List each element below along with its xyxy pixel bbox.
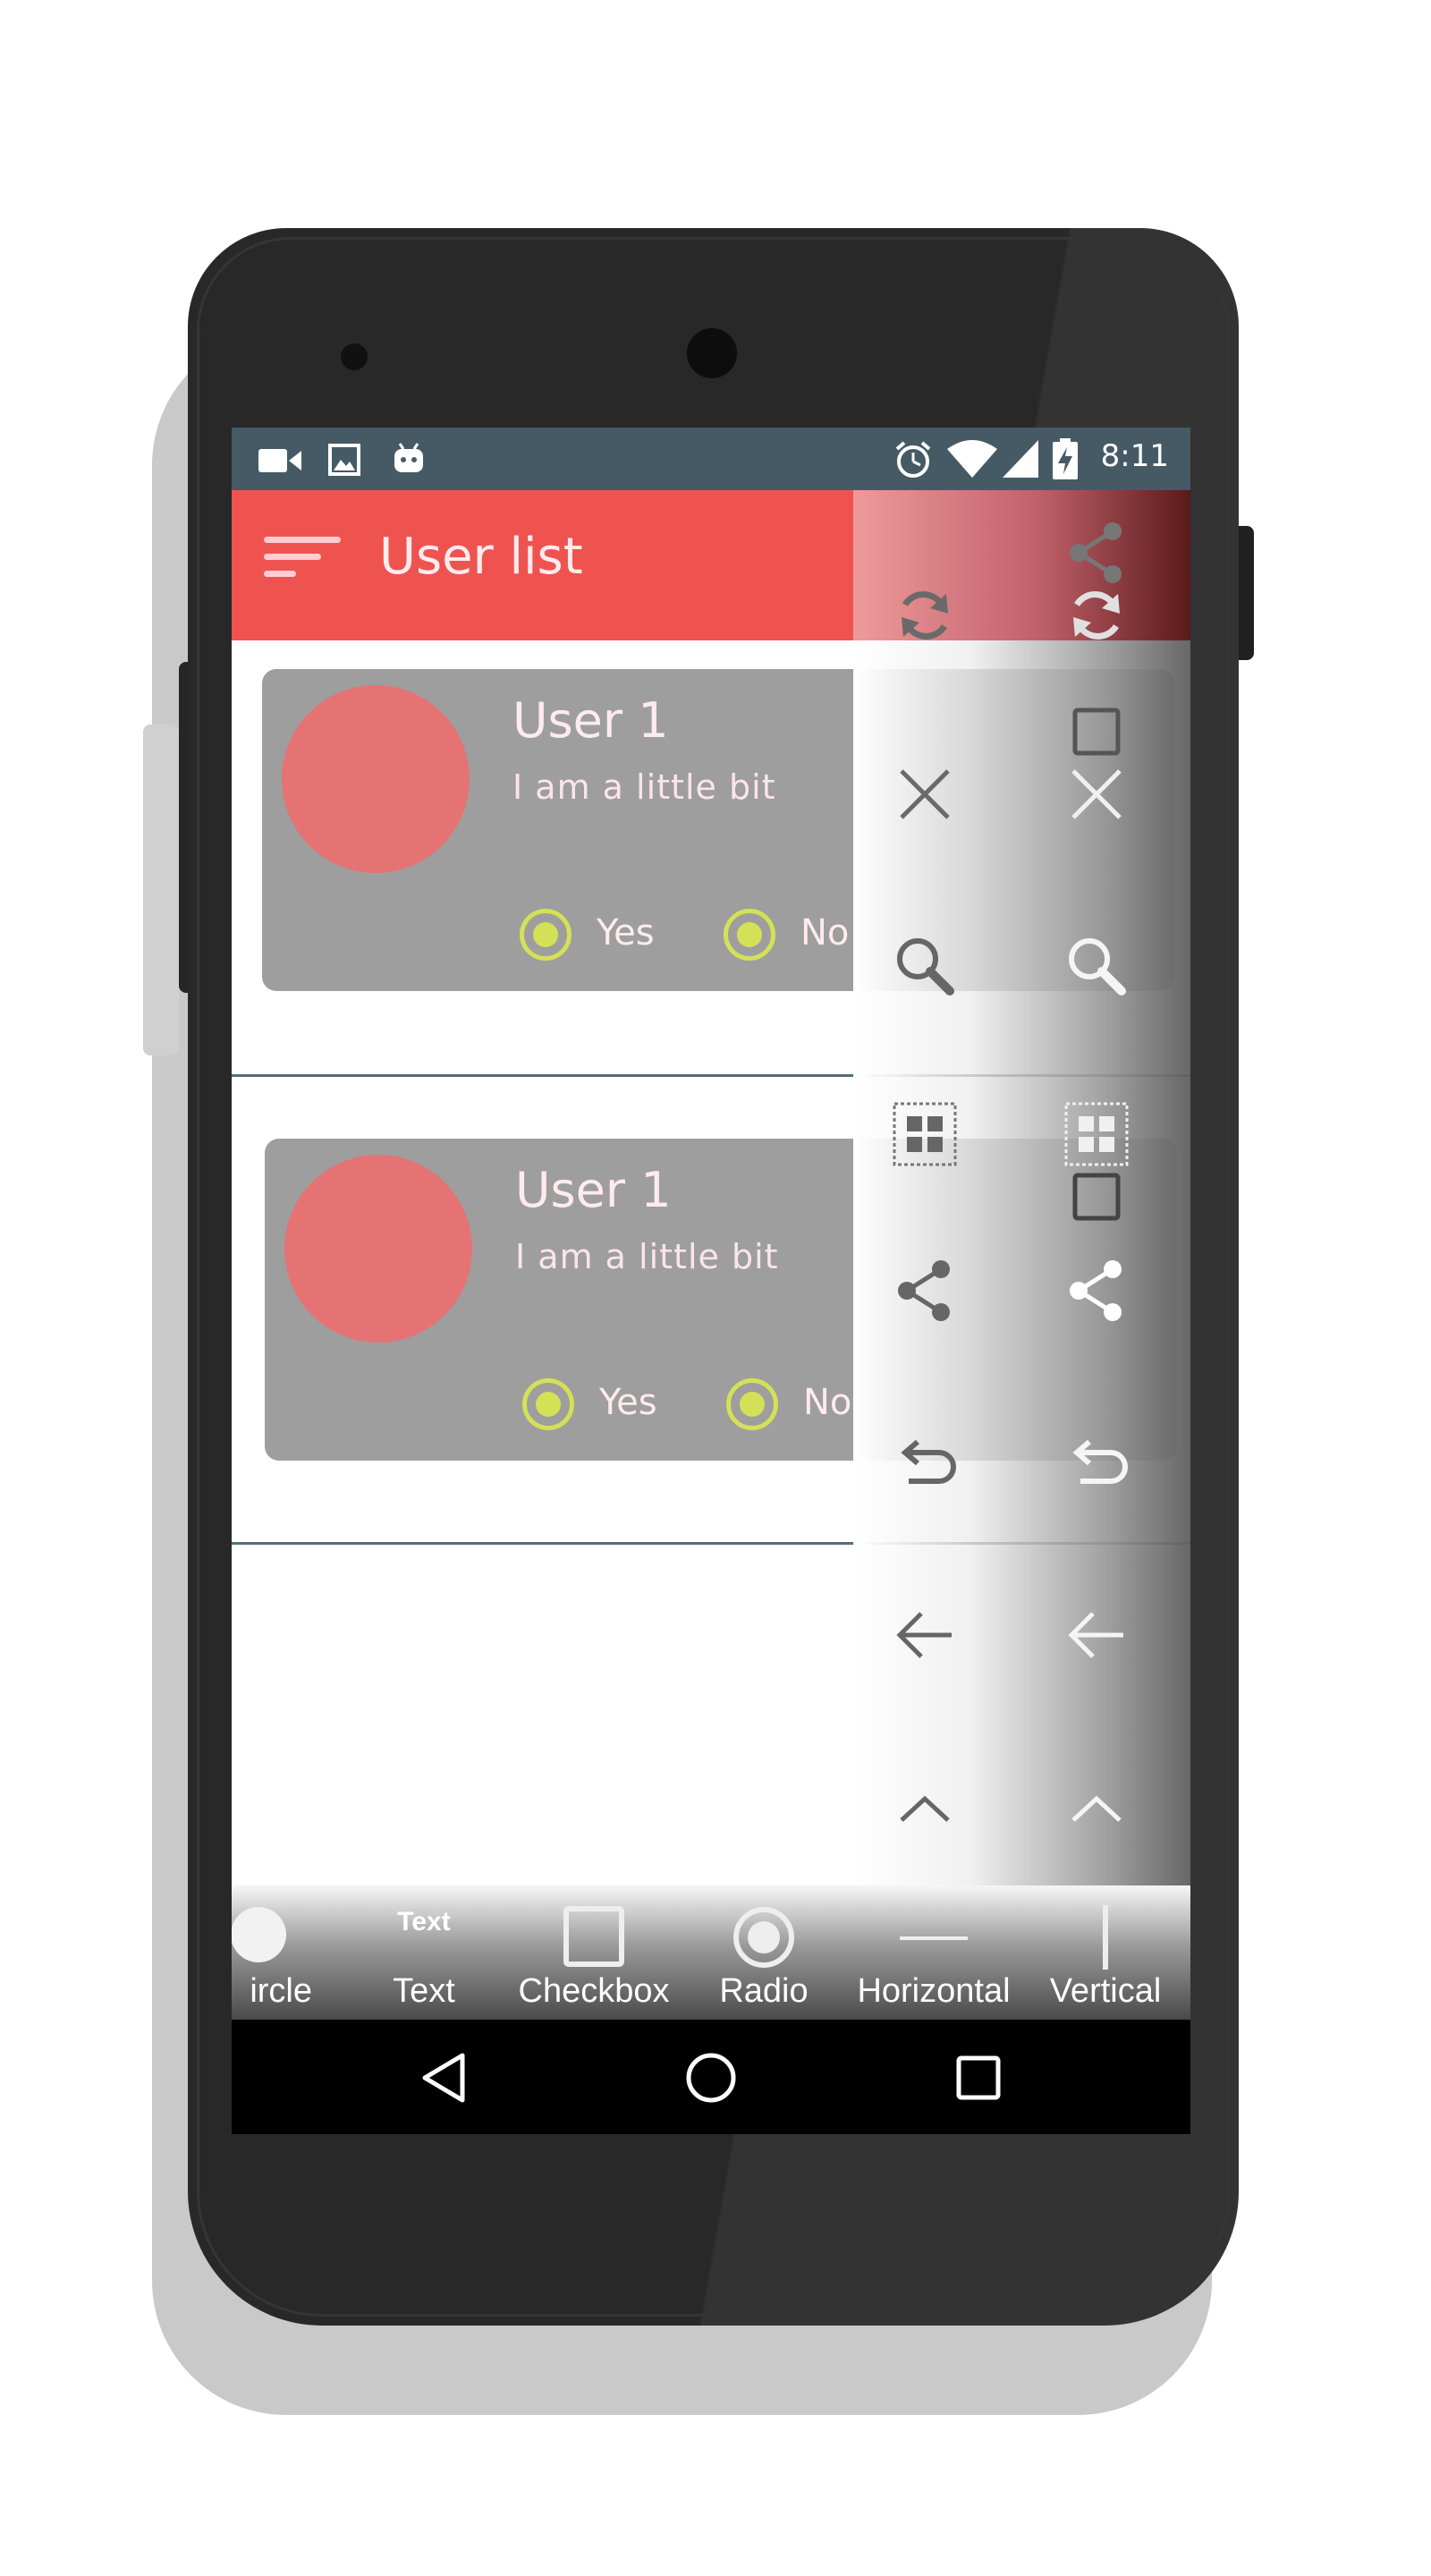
radio-yes-label: Yes [597,912,655,953]
share-icon[interactable] [1061,517,1132,589]
front-camera [687,328,737,378]
user-description: I am a little bit [515,1237,779,1276]
share-icon[interactable] [1061,1255,1132,1326]
page-title: User list [379,528,583,586]
user-name: User 1 [512,692,669,749]
proximity-sensor [341,343,368,370]
widget-label: ircle [250,1972,312,2010]
checkbox-outline-icon[interactable] [1061,696,1132,767]
radio-yes[interactable] [520,909,572,961]
android-icon [391,440,427,479]
widget-toolbar: ircle Text Text Checkbox Radio Horizonta… [232,1885,1190,2020]
close-icon[interactable] [1061,758,1132,830]
recents-square-icon[interactable] [947,2046,1010,2109]
chevron-up-icon[interactable] [889,1774,961,1845]
undo-icon[interactable] [1061,1429,1132,1501]
search-icon[interactable] [1061,930,1132,1002]
battery-charging-icon [1053,438,1078,483]
close-icon[interactable] [889,758,961,830]
widget-label: Checkbox [518,1972,670,2010]
radio-icon [732,1905,796,1973]
radio-no-label: No [803,1382,852,1423]
text-icon: Text [397,1907,451,1936]
refresh-icon[interactable] [889,580,961,651]
back-triangle-icon[interactable] [414,2046,477,2109]
arrow-back-icon[interactable] [1061,1599,1132,1671]
radio-no[interactable] [726,1378,778,1430]
checkbox-icon [563,1905,625,1971]
widget-horizontal[interactable]: Horizontal [849,1885,1019,2020]
image-icon [328,444,360,479]
widget-circle[interactable]: ircle [232,1885,312,2020]
user-description: I am a little bit [512,767,776,807]
radio-no[interactable] [724,909,775,961]
device-shadow-button [143,724,179,1055]
widget-text[interactable]: Text Text [339,1885,509,2020]
screen: 8:11 User list User 1 I am a little bit … [232,428,1190,2134]
circle-icon [232,1905,288,1968]
alarm-icon [893,440,933,483]
icon-palette [853,490,1190,1885]
widget-label: Vertical [1049,1972,1162,2010]
checkbox-outline-icon[interactable] [1061,1161,1132,1233]
grid-view-icon[interactable] [889,1098,961,1170]
home-circle-icon[interactable] [680,2046,742,2109]
status-bar: 8:11 [232,428,1190,490]
widget-label: Horizontal [857,1972,1011,2010]
radio-no-label: No [800,912,850,953]
arrow-back-icon[interactable] [889,1599,961,1671]
undo-icon[interactable] [889,1429,961,1501]
sort-menu-icon[interactable] [264,537,344,590]
widget-checkbox[interactable]: Checkbox [509,1885,679,2020]
avatar [282,685,470,873]
user-name: User 1 [515,1162,672,1218]
search-icon[interactable] [889,930,961,1002]
cell-signal-icon [1003,440,1038,481]
widget-radio[interactable]: Radio [679,1885,849,2020]
videocam-icon [258,447,303,478]
widget-label: Text [393,1972,455,2010]
refresh-icon[interactable] [1061,580,1132,651]
widget-vertical[interactable]: Vertical [1020,1885,1190,2020]
status-time: 8:11 [1100,438,1169,474]
widget-label: Radio [719,1972,809,2010]
radio-yes[interactable] [522,1378,574,1430]
avatar [284,1155,472,1343]
navigation-bar [232,2020,1190,2134]
horizontal-line-icon [900,1928,968,1945]
vertical-line-icon [1100,1905,1111,1973]
share-icon[interactable] [889,1255,961,1326]
grid-view-icon[interactable] [1061,1098,1132,1170]
wifi-icon [947,440,997,481]
chevron-up-icon[interactable] [1061,1774,1132,1845]
radio-yes-label: Yes [599,1382,657,1423]
